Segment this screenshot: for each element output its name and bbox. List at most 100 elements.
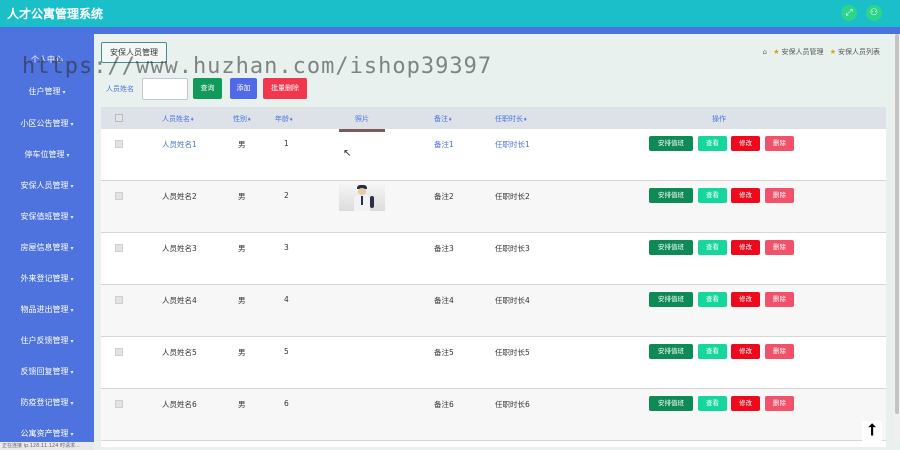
row-checkbox[interactable] [115, 400, 123, 408]
row-checkbox[interactable] [115, 192, 123, 200]
edit-button[interactable]: 修改 [731, 136, 760, 151]
breadcrumb-item[interactable]: 安保人员管理 [781, 48, 823, 56]
sidebar-item-replies[interactable]: 反馈回复管理 ▾ [0, 366, 94, 377]
fullscreen-icon[interactable]: ⤢ [841, 5, 857, 21]
arrange-duty-button[interactable]: 安排值班 [649, 396, 693, 411]
sidebar: 个人中心 住户管理 ▾ 小区公告管理 ▾ 停车位管理 ▾ 安保人员管理 ▾ 安保值班管理… [0, 34, 94, 442]
delete-button[interactable]: 删除 [765, 136, 794, 151]
sidebar-item-goods[interactable]: 物品进出管理 ▾ [0, 304, 94, 315]
col-age[interactable]: 年龄♦ [275, 114, 293, 124]
query-button[interactable]: 查询 [193, 78, 222, 99]
arrange-duty-button[interactable]: 安排值班 [649, 344, 693, 359]
view-button[interactable]: 查看 [698, 240, 727, 255]
col-gender[interactable]: 性别♦ [233, 114, 251, 124]
row-checkbox[interactable] [115, 244, 123, 252]
view-button[interactable]: 查看 [698, 136, 727, 151]
main-content: 安保人员管理 ⌂ ★ 安保人员管理 ★ 安保人员列表 人员姓名 查询 添加 批量删除… [94, 34, 900, 450]
sidebar-item-housing[interactable]: 房屋信息管理 ▾ [0, 242, 94, 253]
sort-icon: ♦ [247, 117, 252, 123]
col-tenure[interactable]: 任职时长♦ [495, 114, 527, 124]
cell-tenure: 任职时长3 [495, 244, 530, 253]
sidebar-item-assets[interactable]: 公寓资产管理 ▾ [0, 428, 94, 439]
select-all-checkbox[interactable] [115, 114, 123, 122]
col-name[interactable]: 人员姓名♦ [162, 114, 194, 124]
chevron-down-icon: ▾ [70, 307, 74, 314]
back-to-top-icon[interactable]: ⭡ [862, 421, 882, 441]
sidebar-item-label: 停车位管理 [24, 150, 65, 159]
user-icon[interactable]: ⚇ [866, 5, 882, 21]
arrange-duty-button[interactable]: 安排值班 [649, 240, 693, 255]
sidebar-item-label: 安保人员管理 [20, 181, 69, 190]
row-checkbox[interactable] [115, 296, 123, 304]
cell-note: 备注2 [434, 192, 454, 201]
batch-delete-button[interactable]: 批量删除 [263, 78, 307, 99]
app-title: 人才公寓管理系统 [7, 7, 104, 21]
staff-photo [339, 129, 385, 132]
sidebar-item-security-staff[interactable]: 安保人员管理 ▾ [0, 180, 94, 191]
edit-button[interactable]: 修改 [731, 344, 760, 359]
cell-note: 备注1 [434, 140, 454, 149]
name-search-input[interactable] [142, 78, 188, 100]
edit-button[interactable]: 修改 [731, 240, 760, 255]
cell-note: 备注3 [434, 244, 454, 253]
sidebar-item-epidemic[interactable]: 防疫登记管理 ▾ [0, 397, 94, 408]
sort-icon: ♦ [190, 117, 195, 123]
sidebar-item-visitors[interactable]: 外来登记管理 ▾ [0, 273, 94, 284]
add-button[interactable]: 添加 [230, 78, 257, 99]
table-row: 人员姓名3 男 3 备注3 任职时长3 安排值班 查看 修改 删除 [101, 233, 886, 285]
sidebar-item-parking[interactable]: 停车位管理 ▾ [0, 149, 94, 160]
chevron-down-icon: ▾ [62, 89, 66, 96]
sidebar-item-notices[interactable]: 小区公告管理 ▾ [0, 118, 94, 129]
view-button[interactable]: 查看 [698, 188, 727, 203]
header-band [0, 27, 900, 34]
delete-button[interactable]: 删除 [765, 344, 794, 359]
cell-tenure: 任职时长5 [495, 348, 530, 357]
sidebar-item-residents[interactable]: 住户管理 ▾ [0, 86, 94, 97]
column-label: 性别 [233, 115, 247, 123]
sidebar-item-label: 房屋信息管理 [20, 243, 69, 252]
cell-gender: 男 [238, 348, 246, 357]
scrollbar-thumb[interactable] [895, 34, 899, 414]
view-button[interactable]: 查看 [698, 344, 727, 359]
arrange-duty-button[interactable]: 安排值班 [649, 136, 693, 151]
col-note[interactable]: 备注♦ [434, 114, 452, 124]
table-row: 人员姓名5 男 5 备注5 任职时长5 安排值班 查看 修改 删除 [101, 337, 886, 389]
edit-button[interactable]: 修改 [731, 188, 760, 203]
row-checkbox[interactable] [115, 140, 123, 148]
delete-button[interactable]: 删除 [765, 292, 794, 307]
cell-gender: 男 [238, 192, 246, 201]
cell-gender: 男 [238, 244, 246, 253]
cell-age: 4 [284, 295, 289, 304]
cell-name: 人员姓名4 [162, 296, 197, 305]
home-icon[interactable]: ⌂ [763, 48, 767, 56]
delete-button[interactable]: 删除 [765, 396, 794, 411]
photo-head [358, 188, 366, 195]
delete-button[interactable]: 删除 [765, 240, 794, 255]
column-label: 备注 [434, 115, 448, 123]
sidebar-item-feedback[interactable]: 住户反馈管理 ▾ [0, 335, 94, 346]
chevron-down-icon: ▾ [70, 183, 74, 190]
arrange-duty-button[interactable]: 安排值班 [649, 188, 693, 203]
edit-button[interactable]: 修改 [731, 292, 760, 307]
delete-button[interactable]: 删除 [765, 188, 794, 203]
cell-gender: 男 [238, 140, 246, 149]
browser-status-bar: 正在连接 ip.128.11.124 时请求... [0, 442, 94, 450]
column-label: 年龄 [275, 115, 289, 123]
cell-note: 备注4 [434, 296, 454, 305]
view-button[interactable]: 查看 [698, 396, 727, 411]
chevron-down-icon: ▾ [70, 214, 74, 221]
page-scrollbar[interactable] [894, 34, 900, 442]
breadcrumb-item: 安保人员列表 [838, 48, 880, 56]
cell-age: 1 [284, 139, 289, 148]
edit-button[interactable]: 修改 [731, 396, 760, 411]
staff-photo [339, 184, 385, 211]
watermark: https://www.huzhan.com/ishop39397 [22, 54, 493, 79]
cell-age: 5 [284, 347, 289, 356]
column-label: 任职时长 [495, 115, 523, 123]
row-checkbox[interactable] [115, 348, 123, 356]
table-row: 人员姓名2 男 2 备注2 任职时长2 安排值班 查看 修改 删除 [101, 181, 886, 233]
arrange-duty-button[interactable]: 安排值班 [649, 292, 693, 307]
sort-icon: ♦ [523, 117, 528, 123]
sidebar-item-security-duty[interactable]: 安保值班管理 ▾ [0, 211, 94, 222]
view-button[interactable]: 查看 [698, 292, 727, 307]
